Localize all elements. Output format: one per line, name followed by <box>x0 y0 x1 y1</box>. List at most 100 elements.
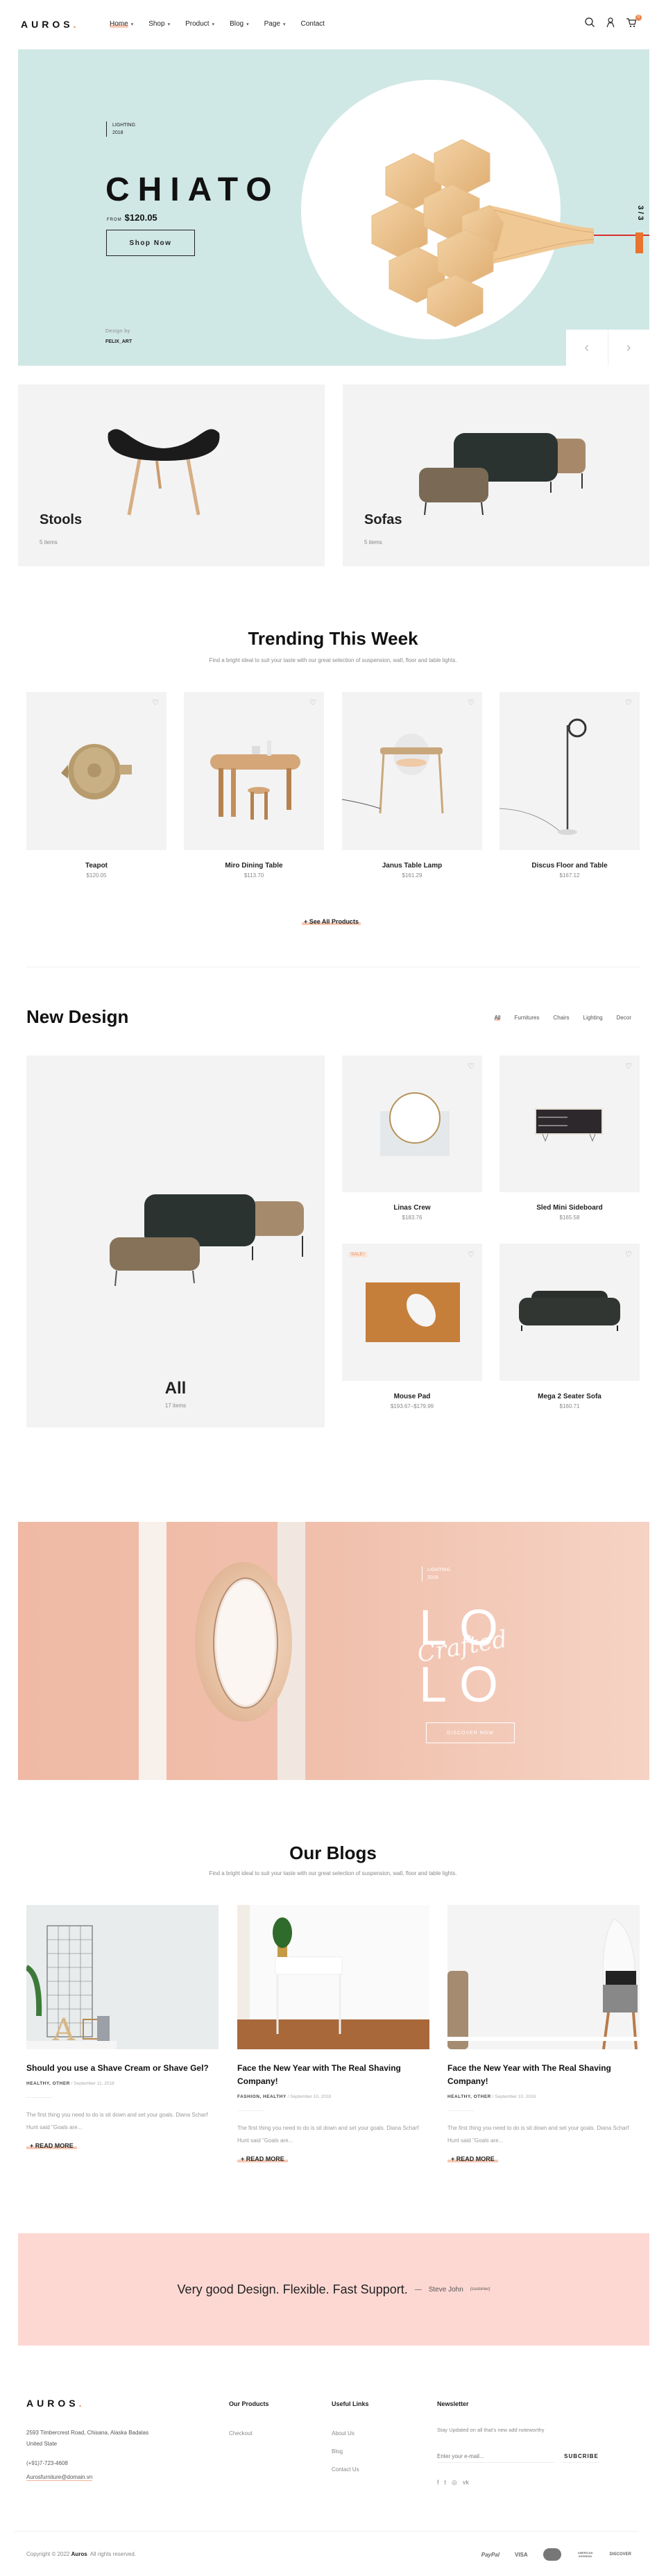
heart-icon[interactable]: ♡ <box>624 1251 633 1259</box>
category-card-stools[interactable]: Stools 5 items <box>18 384 325 566</box>
nav-item-shop[interactable]: Shop ▾ <box>148 20 170 28</box>
blogs-title: Our Blogs <box>289 1842 377 1863</box>
pendant-lamp-image <box>371 139 649 328</box>
nav-item-page[interactable]: Page ▾ <box>264 20 286 28</box>
banner-category-label: LIGHTING <box>427 1568 451 1573</box>
nav-item-product[interactable]: Product ▾ <box>185 20 214 28</box>
subscribe-button[interactable]: SUBCRIBE <box>562 2450 601 2463</box>
sofa-image <box>419 433 586 516</box>
read-more-link[interactable]: + READ MORE <box>26 2142 77 2149</box>
product-card[interactable]: ♡ Mega 2 Seater Sofa $160.71 <box>500 1244 640 1409</box>
price-value: $120.05 <box>124 212 157 223</box>
facebook-icon[interactable]: f <box>437 2479 439 2486</box>
footer-divider <box>14 2531 638 2532</box>
next-slide-button[interactable]: › <box>608 330 650 366</box>
heart-icon[interactable]: ♡ <box>467 1062 475 1071</box>
blog-meta: FASHION, HEALTHY / September 10, 2018 <box>237 2094 332 2099</box>
nav-item-contact[interactable]: Contact <box>300 20 324 28</box>
read-more-link[interactable]: + READ MORE <box>237 2155 288 2162</box>
blog-title[interactable]: Face the New Year with The Real Shaving … <box>237 2062 429 2088</box>
banner-stripe <box>139 1522 166 1780</box>
product-name: Sled Mini Sideboard <box>536 1204 603 1212</box>
product-price: $165.58 <box>559 1214 580 1221</box>
footer-column-title: Newsletter <box>437 2400 469 2407</box>
footer-email-link[interactable]: Aurosfurniture@domain.vn <box>26 2474 93 2481</box>
product-name: Teapot <box>85 862 108 870</box>
product-card[interactable]: ♡ Miro Dining Table $113.70 <box>184 692 324 879</box>
blog-photo-desk <box>237 1905 429 2049</box>
footer-column-title: Useful Links <box>332 2400 369 2407</box>
footer-link-checkout[interactable]: Checkout <box>229 2430 269 2437</box>
hero-category-label: LIGHTING <box>112 123 136 128</box>
slide-counter: 3 / 3 <box>636 205 644 221</box>
blog-image[interactable]: A <box>26 1905 219 2049</box>
footer-logo[interactable]: AUROS. <box>26 2398 85 2409</box>
teapot-image <box>61 744 132 799</box>
heart-icon[interactable]: ♡ <box>467 699 475 707</box>
tab-decor[interactable]: Decor <box>617 1015 631 1021</box>
discover-now-button[interactable]: DISCOVER NOW <box>426 1722 515 1743</box>
twitter-icon[interactable]: t <box>445 2479 447 2486</box>
read-more-link[interactable]: + READ MORE <box>447 2155 498 2162</box>
newsletter-email-input[interactable] <box>437 2450 555 2463</box>
blog-tags[interactable]: FASHION, HEALTHY <box>237 2094 287 2099</box>
instagram-icon[interactable]: ◎ <box>452 2479 457 2486</box>
search-icon[interactable] <box>584 17 597 29</box>
footer-link-about-us[interactable]: About Us <box>332 2430 369 2437</box>
footer-link-blog[interactable]: Blog <box>332 2448 369 2455</box>
heart-icon[interactable]: ♡ <box>624 699 633 707</box>
blog-tags[interactable]: HEALTHY, OTHER <box>26 2081 70 2086</box>
heart-icon[interactable]: ♡ <box>624 1062 633 1071</box>
sideboard-image <box>535 1108 603 1142</box>
blog-rule <box>237 2110 264 2111</box>
nav-item-blog[interactable]: Blog ▾ <box>230 20 249 28</box>
category-card-sofas[interactable]: Sofas 5 items <box>343 384 649 566</box>
product-name: Mega 2 Seater Sofa <box>538 1393 601 1400</box>
testimonial: Very good Design. Flexible. Fast Support… <box>18 2233 649 2346</box>
product-card[interactable]: ♡ Janus Table Lamp $161.29 <box>342 692 482 879</box>
see-all-products-link[interactable]: + See All Products <box>302 918 361 925</box>
cart-icon[interactable]: 0 <box>626 15 642 29</box>
product-card[interactable]: SALE! ♡ Mouse Pad $193.67–$179.99 <box>342 1244 482 1409</box>
tab-furnitures[interactable]: Furnitures <box>514 1015 539 1021</box>
blogs-subtitle: Find a bright ideal to suit your taste w… <box>209 1870 457 1876</box>
blog-photo-chair <box>447 1918 640 2049</box>
wall-lamp-light <box>214 1579 277 1707</box>
logo[interactable]: AUROS. <box>21 19 79 30</box>
product-card[interactable]: ♡ Sled Mini Sideboard $165.58 <box>500 1056 640 1221</box>
heart-icon[interactable]: ♡ <box>467 1251 475 1259</box>
hero-price: FROM $120.05 <box>107 212 157 223</box>
footer-link-contact-us[interactable]: Contact Us <box>332 2466 369 2473</box>
product-card[interactable]: ♡ Discus Floor and Table $167.12 <box>500 692 640 879</box>
tab-all[interactable]: All <box>494 1015 501 1021</box>
tab-lighting[interactable]: Lighting <box>583 1015 603 1021</box>
nav-label: Home <box>110 20 128 28</box>
product-card[interactable]: ♡ Linas Crew $183.76 <box>342 1056 482 1221</box>
trending-subtitle: Find a bright ideal to suit your taste w… <box>209 657 457 663</box>
blog-tags[interactable]: HEALTHY, OTHER <box>447 2094 491 2099</box>
feature-category-card[interactable]: All 17 items <box>26 1056 325 1427</box>
blog-image[interactable] <box>237 1905 429 2049</box>
user-icon[interactable] <box>605 17 617 29</box>
testimonial-dash: — <box>414 2285 422 2294</box>
chevron-left-icon: ‹ <box>584 339 590 355</box>
category-name: Stools <box>40 512 83 527</box>
heart-icon[interactable]: ♡ <box>151 699 160 707</box>
product-price: $183.76 <box>402 1214 422 1221</box>
blog-image[interactable] <box>447 1905 640 2049</box>
nav-item-home[interactable]: Home ▾ <box>110 20 133 28</box>
blog-title[interactable]: Face the New Year with The Real Shaving … <box>447 2062 640 2088</box>
logo-text: AUROS <box>21 19 74 30</box>
product-price: $167.12 <box>559 872 580 879</box>
blog-title[interactable]: Should you use a Shave Cream or Shave Ge… <box>26 2062 219 2075</box>
product-price: $161.29 <box>402 872 422 879</box>
tab-chairs[interactable]: Chairs <box>554 1015 570 1021</box>
heart-icon[interactable]: ♡ <box>309 699 317 707</box>
vk-icon[interactable]: vk <box>463 2479 469 2486</box>
prev-slide-button[interactable]: ‹ <box>566 330 608 366</box>
copyright-brand[interactable]: Auros <box>71 2551 87 2557</box>
discover-icon: DISCOVER <box>609 2552 631 2557</box>
product-card[interactable]: ♡ Teapot $120.05 <box>26 692 166 879</box>
shop-now-button[interactable]: Shop Now <box>106 230 195 256</box>
product-price: $193.67–$179.99 <box>390 1403 434 1409</box>
